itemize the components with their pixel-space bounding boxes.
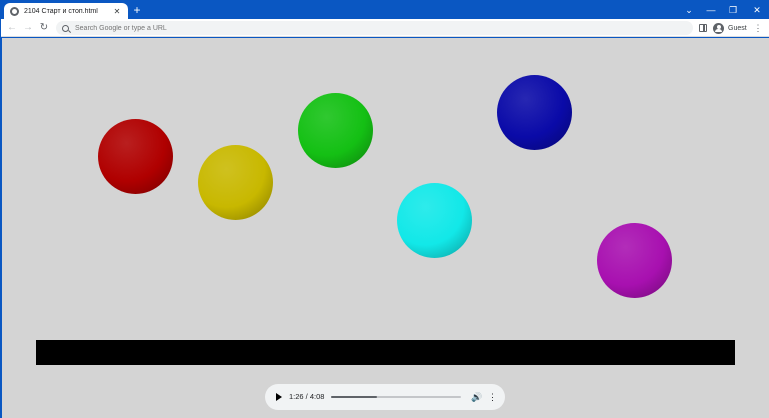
minimize-button[interactable]: — (700, 3, 722, 17)
audio-player[interactable]: 1:26 / 4:08 🔊 ⋮ (265, 384, 505, 410)
close-window-button[interactable]: ✕ (746, 3, 768, 17)
browser-toolbar: ← → ↻ Guest ⋮ (1, 19, 769, 37)
yellow-ball (198, 145, 273, 220)
avatar-icon (713, 22, 724, 34)
tab-close-icon[interactable]: ✕ (112, 7, 122, 16)
browser-tab[interactable]: 2104 Старт и стоп.html ✕ (4, 3, 128, 19)
blue-ball (497, 75, 572, 150)
tab-search-icon[interactable]: ⌄ (678, 3, 700, 17)
progress-fill (331, 396, 377, 398)
restore-button[interactable]: ❐ (722, 3, 744, 17)
search-icon (62, 24, 69, 32)
progress-slider[interactable] (331, 396, 461, 398)
time-display: 1:26 / 4:08 (289, 392, 325, 401)
page-content: 1:26 / 4:08 🔊 ⋮ (2, 38, 769, 418)
reload-button[interactable]: ↻ (37, 21, 51, 35)
play-icon[interactable] (276, 393, 282, 401)
browser-window: 2104 Старт и стоп.html ✕ + ⌄ — ❐ ✕ ← → ↻… (0, 0, 769, 418)
new-tab-button[interactable]: + (131, 4, 143, 16)
browser-menu-icon[interactable]: ⋮ (753, 21, 763, 35)
back-button[interactable]: ← (5, 21, 19, 35)
tab-strip: 2104 Старт и стоп.html ✕ + ⌄ — ❐ ✕ (1, 1, 769, 19)
address-bar[interactable] (56, 21, 693, 35)
forward-button[interactable]: → (21, 21, 35, 35)
magenta-ball (597, 223, 672, 298)
black-bar (36, 340, 735, 365)
green-ball (298, 93, 373, 168)
more-options-icon[interactable]: ⋮ (488, 391, 497, 403)
tab-title: 2104 Старт и стоп.html (24, 7, 98, 15)
profile-button[interactable]: Guest (713, 22, 747, 34)
profile-label: Guest (728, 24, 747, 32)
volume-icon[interactable]: 🔊 (471, 391, 483, 403)
side-panel-icon[interactable] (699, 24, 707, 32)
red-ball (98, 119, 173, 194)
omnibox-input[interactable] (75, 24, 675, 32)
cyan-ball (397, 183, 472, 258)
globe-icon (10, 6, 19, 16)
